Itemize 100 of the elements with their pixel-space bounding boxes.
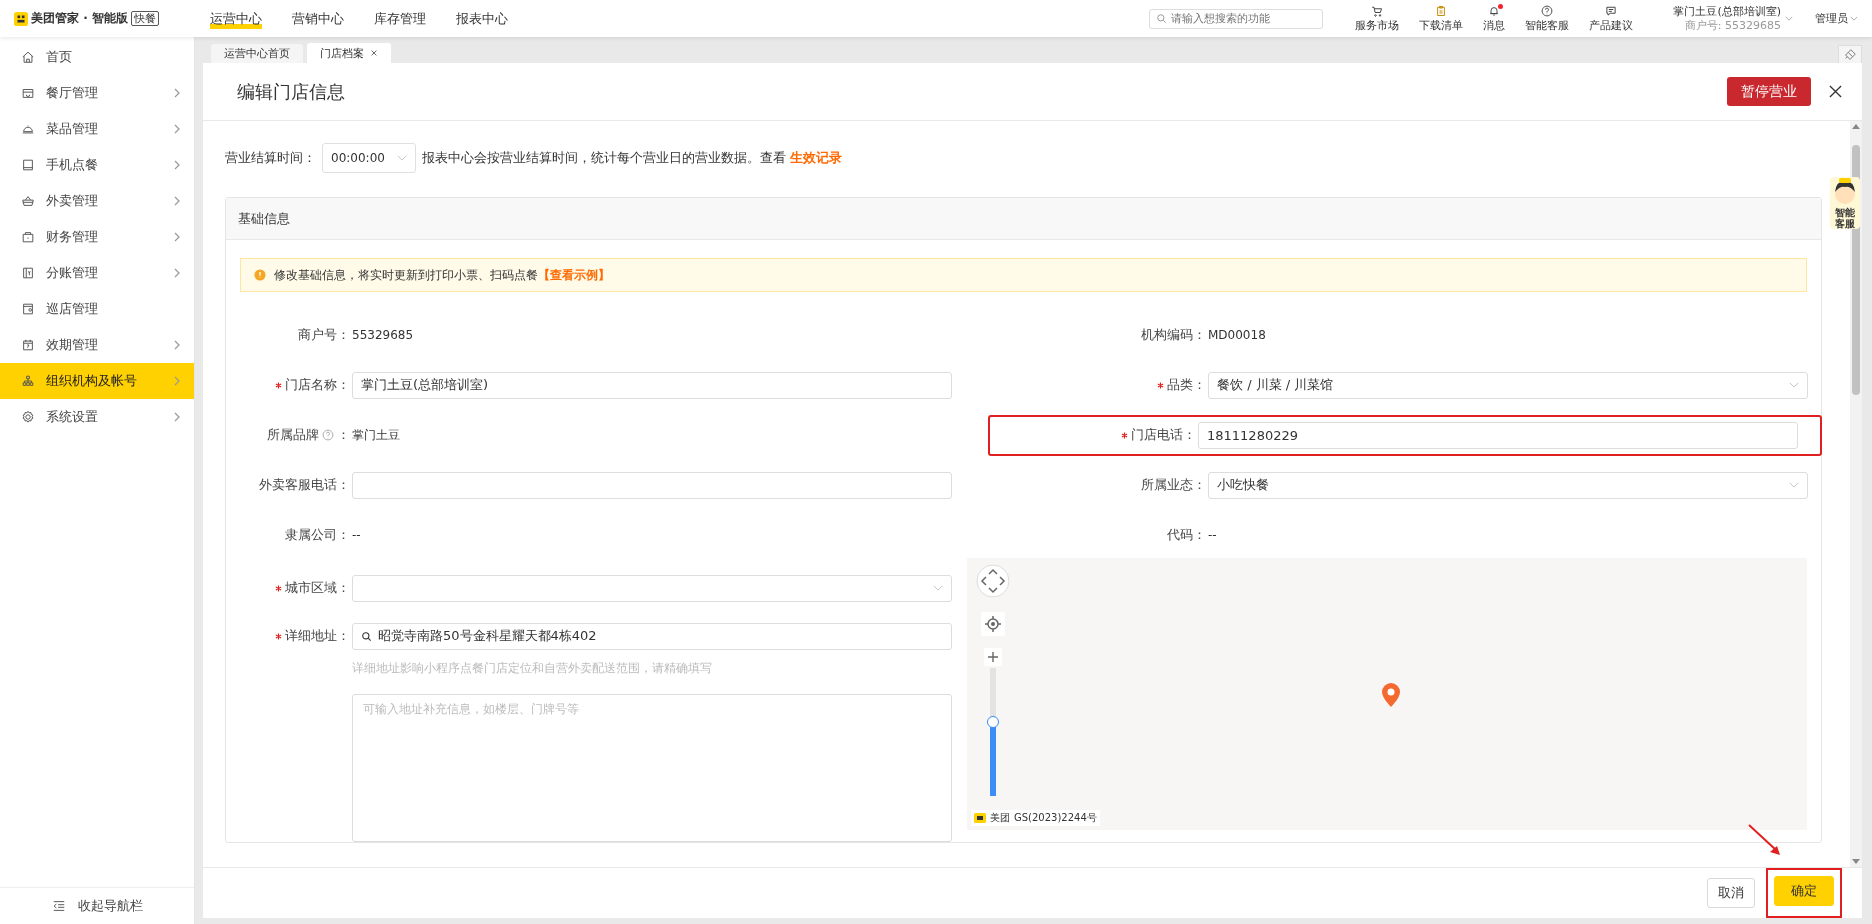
logo-icon xyxy=(14,11,28,26)
wallet-icon xyxy=(21,230,35,244)
ledger-icon xyxy=(21,266,35,280)
dropdown-icon xyxy=(1789,482,1799,488)
locate-button[interactable] xyxy=(981,612,1005,636)
field-label: 营业结算时间： xyxy=(225,149,316,167)
assistant-button[interactable]: 智能客服 xyxy=(1830,177,1860,229)
select-field[interactable]: 餐饮 / 川菜 / 川菜馆 xyxy=(1208,371,1808,399)
scroll-up-icon[interactable] xyxy=(1852,123,1860,129)
edition-badge: 快餐 xyxy=(130,11,159,26)
sidebar-item[interactable]: 系统设置 xyxy=(0,399,194,435)
sidebar-item[interactable]: 餐厅管理 xyxy=(0,75,194,111)
toolbar-button[interactable]: 下载清单 xyxy=(1409,4,1474,33)
app-name: 美团管家 · 智能版 xyxy=(31,10,128,27)
sidebar-item[interactable]: 组织机构及帐号 xyxy=(0,363,194,399)
input-field[interactable]: 18111280229 xyxy=(1198,421,1798,449)
toolbar-button[interactable]: 服务市场 xyxy=(1345,4,1410,33)
search-icon xyxy=(361,630,372,642)
sidebar-item[interactable]: 效期管理 xyxy=(0,327,194,363)
cart-icon xyxy=(1371,4,1384,17)
section-header: 基础信息 xyxy=(226,198,1821,240)
close-icon[interactable] xyxy=(370,49,378,57)
help-icon xyxy=(1541,4,1554,17)
store-name: 掌门土豆(总部培训室) xyxy=(1673,4,1781,19)
sidebar-item[interactable]: 手机点餐 xyxy=(0,147,194,183)
search-icon xyxy=(1156,13,1168,24)
basket-icon xyxy=(21,194,35,208)
field-value: -- xyxy=(352,528,361,542)
top-nav-item[interactable]: 报表中心 xyxy=(456,3,508,34)
field-label: 所属品牌 xyxy=(267,426,319,444)
sidebar-item[interactable]: 菜品管理 xyxy=(0,111,194,147)
zoom-handle[interactable] xyxy=(987,715,999,728)
notice-text: 修改基础信息，将实时更新到打印小票、扫码点餐【查看示例】 xyxy=(274,266,610,284)
zoom-slider[interactable] xyxy=(990,668,996,796)
toolbar-button[interactable]: 产品建议 xyxy=(1579,4,1644,33)
settings-icon xyxy=(21,410,35,424)
dropdown-icon xyxy=(397,155,407,161)
field-label: 机构编码： xyxy=(1141,326,1206,344)
field-label: 外卖客服电话： xyxy=(259,476,350,494)
field-value: MD00018 xyxy=(1208,328,1266,342)
sidebar-item[interactable]: 外卖管理 xyxy=(0,183,194,219)
input-field[interactable] xyxy=(352,471,952,499)
field-label: 所属业态： xyxy=(1141,476,1206,494)
top-nav-item[interactable]: 营销中心 xyxy=(292,3,344,34)
toolbar-button[interactable]: 消息 xyxy=(1473,4,1516,33)
settlement-note: 报表中心会按营业结算时间，统计每个营业日的营业数据。查看 生效记录 xyxy=(422,149,843,167)
role-menu[interactable]: 管理员 xyxy=(1815,11,1858,26)
address-search-field[interactable]: 昭觉寺南路50号金科星耀天都4栋402 xyxy=(352,622,952,650)
brush-button[interactable] xyxy=(1838,45,1862,65)
map[interactable]: 美团 GS(2023)2244号 xyxy=(967,558,1807,830)
cancel-button[interactable]: 取消 xyxy=(1707,878,1755,908)
brush-icon xyxy=(1843,48,1857,62)
field-label: 隶属公司： xyxy=(285,526,350,544)
search-field[interactable]: 请输入想搜索的功能 xyxy=(1149,8,1324,29)
home-icon xyxy=(21,50,35,64)
field-value: 55329685 xyxy=(352,328,414,342)
label-colon: ： xyxy=(337,426,350,444)
confirm-button[interactable]: 确定 xyxy=(1774,876,1834,906)
field-label: 详细地址： xyxy=(285,627,350,645)
clipboard-icon xyxy=(1435,4,1448,17)
bell-icon xyxy=(1488,4,1501,17)
time-select[interactable]: 00:00:00 xyxy=(322,143,416,173)
scroll-down-icon[interactable] xyxy=(1852,859,1860,865)
collapse-icon xyxy=(51,899,66,913)
page-tab[interactable]: 门店档案 xyxy=(307,43,391,63)
dropdown-icon xyxy=(1789,382,1799,388)
brand-logo-icon xyxy=(974,813,986,823)
sidebar-item[interactable]: 巡店管理 xyxy=(0,291,194,327)
map-brand: 美团 xyxy=(990,811,1010,825)
top-nav-item[interactable]: 库存管理 xyxy=(374,3,426,34)
store-icon xyxy=(21,86,35,100)
collapse-nav-button[interactable]: 收起导航栏 xyxy=(0,887,194,924)
hierarchy-icon xyxy=(21,374,35,388)
sidebar-item[interactable]: 首页 xyxy=(0,39,194,75)
dialog-title: 编辑门店信息 xyxy=(237,79,345,104)
pause-business-button[interactable]: 暂停营业 xyxy=(1727,77,1811,106)
tablet-icon xyxy=(21,158,35,172)
pan-control[interactable] xyxy=(976,564,1010,598)
field-label: 城市区域： xyxy=(285,579,350,597)
field-label: 代码： xyxy=(1167,526,1206,544)
page-tab[interactable]: 运营中心首页 xyxy=(211,44,303,63)
zoom-in-button[interactable] xyxy=(984,648,1002,666)
warning-icon xyxy=(254,269,266,281)
account-menu[interactable]: 掌门土豆(总部培训室) 商户号: 55329685 xyxy=(1673,4,1793,33)
chat-icon xyxy=(1605,4,1618,17)
sidebar-item[interactable]: 分账管理 xyxy=(0,255,194,291)
field-label: 门店电话： xyxy=(1131,426,1196,444)
select-field[interactable] xyxy=(352,574,952,602)
dropdown-icon xyxy=(933,585,943,591)
merchant-id: 商户号: 55329685 xyxy=(1684,18,1781,33)
field-label: 门店名称： xyxy=(285,376,350,394)
select-field[interactable]: 小吃快餐 xyxy=(1208,471,1808,499)
caret-icon xyxy=(1850,16,1858,21)
field-value: 掌门土豆 xyxy=(352,426,400,444)
sidebar-item[interactable]: 财务管理 xyxy=(0,219,194,255)
address-hint: 详细地址影响小程序点餐门店定位和自营外卖配送范围，请精确填写 xyxy=(351,660,713,677)
toolbar-button[interactable]: 智能客服 xyxy=(1515,4,1580,33)
close-icon[interactable] xyxy=(1829,85,1842,98)
input-field[interactable]: 掌门土豆(总部培训室) xyxy=(352,371,952,399)
field-value: -- xyxy=(1208,528,1217,542)
